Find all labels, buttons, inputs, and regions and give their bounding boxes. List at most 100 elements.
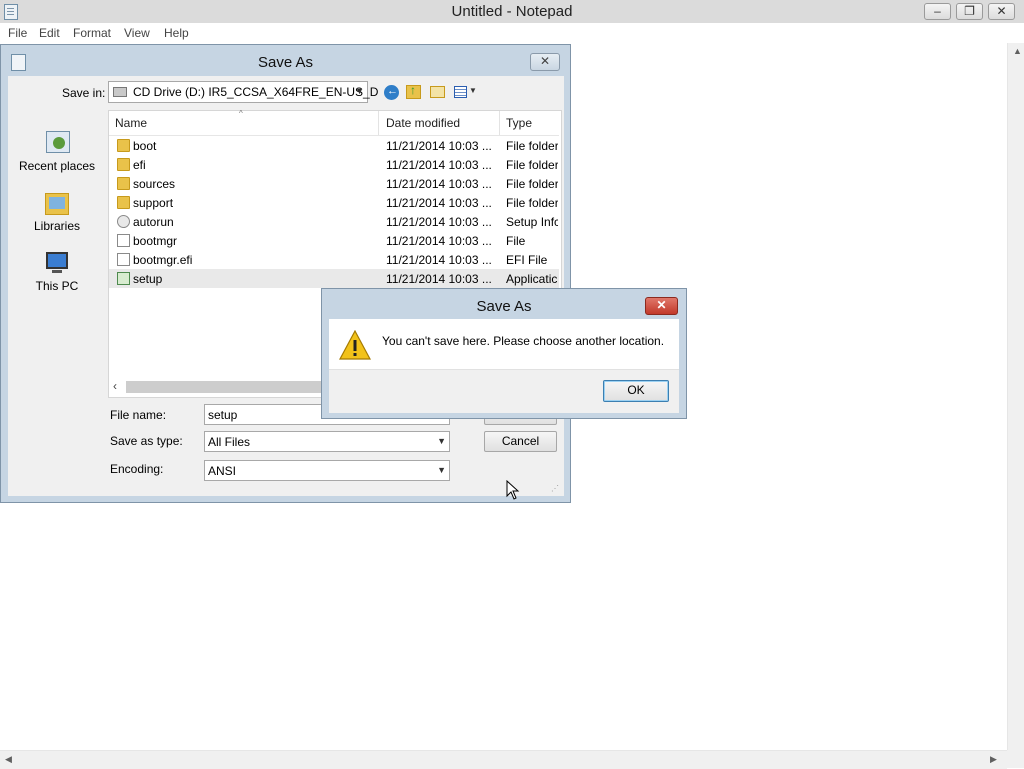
- alert-body: You can't save here. Please choose anoth…: [329, 319, 679, 369]
- scroll-up-icon[interactable]: ▲: [1013, 46, 1022, 56]
- file-type: File folder: [506, 196, 558, 210]
- file-row[interactable]: efi 11/21/2014 10:03 ... File folder: [109, 155, 559, 174]
- scrollbar-corner: [1007, 750, 1024, 768]
- new-folder-icon[interactable]: [430, 86, 445, 98]
- ok-button[interactable]: OK: [603, 380, 669, 402]
- file-list-header: Name ^ Date modified Type: [109, 109, 559, 136]
- menu-help[interactable]: Help: [164, 26, 189, 40]
- file-name-value: setup: [208, 408, 238, 422]
- file-type: Applicatic: [506, 272, 558, 286]
- file-date: 11/21/2014 10:03 ...: [386, 158, 492, 172]
- file-name: setup: [133, 272, 163, 286]
- place-recent[interactable]: Recent places: [12, 129, 102, 173]
- file-row-selected[interactable]: setup 11/21/2014 10:03 ... Applicatic: [109, 269, 559, 288]
- menu-format[interactable]: Format: [73, 26, 111, 40]
- file-row[interactable]: boot 11/21/2014 10:03 ... File folder: [109, 136, 559, 155]
- file-date: 11/21/2014 10:03 ...: [386, 215, 492, 229]
- notepad-titlebar[interactable]: Untitled - Notepad ‒ ❐ ✕: [0, 0, 1024, 24]
- sort-arrow-icon: ^: [239, 109, 243, 118]
- cancel-button[interactable]: Cancel: [484, 431, 557, 452]
- file-row[interactable]: bootmgr.efi 11/21/2014 10:03 ... EFI Fil…: [109, 250, 559, 269]
- settings-file-icon: [117, 215, 130, 228]
- close-button[interactable]: ✕: [988, 3, 1015, 20]
- column-type[interactable]: Type: [506, 116, 532, 130]
- file-date: 11/21/2014 10:03 ...: [386, 272, 492, 286]
- alert-footer: OK: [329, 369, 679, 413]
- place-this-pc-label: This PC: [35, 279, 79, 293]
- file-name: support: [133, 196, 174, 210]
- scroll-left-icon[interactable]: ‹: [113, 379, 117, 393]
- file-date: 11/21/2014 10:03 ...: [386, 196, 492, 210]
- scroll-left-icon[interactable]: ◀: [5, 754, 12, 765]
- file-name: autorun: [133, 215, 174, 229]
- file-name: efi: [133, 158, 146, 172]
- file-type: EFI File: [506, 253, 548, 267]
- recent-places-icon: [41, 129, 73, 159]
- window-title: Untitled - Notepad: [451, 3, 573, 20]
- file-name: bootmgr.efi: [133, 253, 193, 267]
- alert-message: You can't save here. Please choose anoth…: [382, 334, 665, 348]
- save-as-close-button[interactable]: ✕: [530, 53, 560, 71]
- file-row[interactable]: bootmgr 11/21/2014 10:03 ... File: [109, 231, 559, 250]
- back-icon[interactable]: ←: [384, 85, 399, 100]
- chevron-down-icon[interactable]: ▼: [355, 86, 364, 96]
- place-recent-label: Recent places: [18, 159, 96, 173]
- menu-view[interactable]: View: [124, 26, 150, 40]
- menu-file[interactable]: File: [8, 26, 27, 40]
- file-icon: [117, 253, 130, 266]
- warning-icon: [339, 330, 371, 360]
- file-type: File: [506, 234, 526, 248]
- encoding-label: Encoding:: [110, 462, 164, 476]
- column-date-modified[interactable]: Date modified: [386, 116, 460, 130]
- file-date: 11/21/2014 10:03 ...: [386, 177, 492, 191]
- folder-icon: [117, 177, 130, 190]
- place-libraries-label: Libraries: [33, 219, 81, 233]
- place-this-pc[interactable]: This PC: [12, 249, 102, 293]
- save-in-label: Save in:: [62, 86, 106, 100]
- file-type: File folder: [506, 139, 558, 153]
- file-name: bootmgr: [133, 234, 178, 248]
- file-row[interactable]: autorun 11/21/2014 10:03 ... Setup Infc: [109, 212, 559, 231]
- file-date: 11/21/2014 10:03 ...: [386, 139, 492, 153]
- computer-icon: [41, 249, 73, 279]
- alert-title: Save As: [476, 298, 532, 315]
- save-as-title: Save As: [257, 54, 314, 71]
- scroll-thumb[interactable]: [126, 381, 326, 393]
- chevron-down-icon[interactable]: ▼: [437, 436, 446, 446]
- resize-grip-icon[interactable]: ⋰: [551, 484, 559, 493]
- restore-button[interactable]: ❐: [956, 3, 983, 20]
- file-type: File folder: [506, 177, 558, 191]
- file-name-label: File name:: [110, 408, 167, 422]
- folder-icon: [117, 196, 130, 209]
- scroll-right-icon[interactable]: ▶: [990, 754, 997, 765]
- encoding-select[interactable]: ANSI ▼: [204, 460, 450, 481]
- save-as-dialog: Save As ✕ Save in: CD Drive (D:) IR5_CCS…: [0, 44, 571, 503]
- save-in-value: CD Drive (D:) IR5_CCSA_X64FRE_EN-US_D: [133, 85, 379, 99]
- cd-drive-icon: [113, 87, 127, 97]
- file-date: 11/21/2014 10:03 ...: [386, 253, 492, 267]
- file-name: sources: [133, 177, 176, 191]
- save-as-type-select[interactable]: All Files ▼: [204, 431, 450, 452]
- save-as-type-label: Save as type:: [110, 434, 183, 448]
- chevron-down-icon[interactable]: ▼: [437, 465, 446, 475]
- minimize-button[interactable]: ‒: [924, 3, 951, 20]
- horizontal-scrollbar[interactable]: ◀ ▶: [0, 750, 1007, 769]
- file-name: boot: [133, 139, 157, 153]
- folder-icon: [117, 139, 130, 152]
- file-row[interactable]: support 11/21/2014 10:03 ... File folder: [109, 193, 559, 212]
- alert-close-button[interactable]: ✕: [645, 297, 678, 315]
- vertical-scrollbar[interactable]: ▲: [1007, 43, 1024, 750]
- folder-icon: [117, 158, 130, 171]
- error-alert-dialog: Save As ✕ You can't save here. Please ch…: [321, 288, 687, 419]
- mouse-cursor-icon: [506, 480, 520, 500]
- encoding-value: ANSI: [208, 464, 237, 478]
- column-name[interactable]: Name: [115, 116, 147, 130]
- file-row[interactable]: sources 11/21/2014 10:03 ... File folder: [109, 174, 559, 193]
- place-libraries[interactable]: Libraries: [12, 189, 102, 233]
- file-type: Setup Infc: [506, 215, 558, 229]
- file-icon: [117, 234, 130, 247]
- up-folder-icon[interactable]: ↑: [406, 83, 421, 99]
- view-menu-icon[interactable]: ▼: [454, 86, 478, 99]
- save-in-combo[interactable]: CD Drive (D:) IR5_CCSA_X64FRE_EN-US_D ▼: [108, 81, 378, 103]
- menu-edit[interactable]: Edit: [39, 26, 60, 40]
